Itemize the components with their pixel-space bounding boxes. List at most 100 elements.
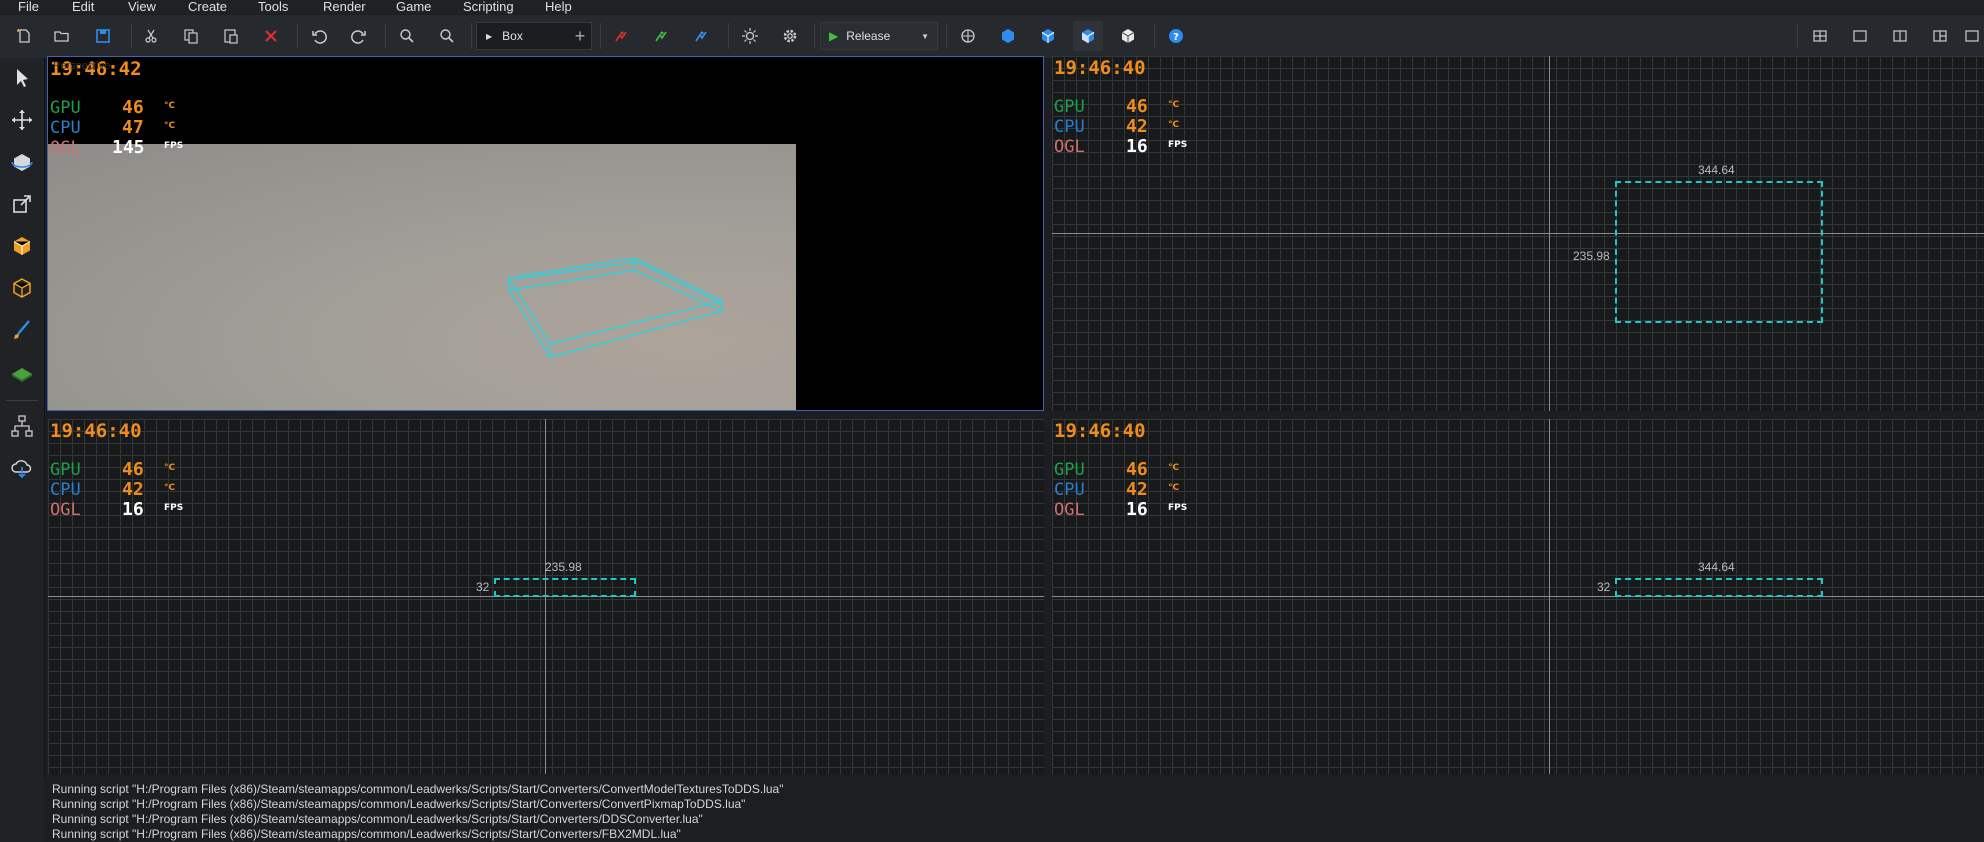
delete-button[interactable]: [256, 21, 286, 51]
height-dimension-label: 32: [1597, 580, 1611, 594]
clock-text: 19:46:40: [50, 420, 142, 442]
cloud-download-icon: [11, 460, 32, 479]
new-button[interactable]: [9, 21, 39, 51]
paste-button[interactable]: [216, 21, 246, 51]
cube-solid-button[interactable]: [993, 21, 1023, 51]
workshop-tool[interactable]: [4, 450, 40, 486]
gpu-temp-unit: °C: [1168, 100, 1180, 110]
ogl-label: OGL: [50, 138, 81, 158]
menu-file[interactable]: File: [18, 0, 39, 14]
menu-scripting[interactable]: Scripting: [463, 0, 514, 14]
fps-value: 16: [1126, 499, 1148, 520]
box-tool[interactable]: [4, 228, 40, 264]
cube-white-button[interactable]: [1113, 21, 1143, 51]
gpu-label: GPU: [50, 460, 81, 480]
plus-icon: +: [574, 25, 586, 46]
character-blue-button[interactable]: [687, 21, 717, 51]
menu-game[interactable]: Game: [396, 0, 431, 14]
undo-icon: [312, 30, 327, 44]
fps-unit: FPS: [1168, 140, 1188, 150]
character-red-icon: [615, 31, 627, 42]
build-config-combo[interactable]: ▶ Release ▼: [820, 22, 938, 50]
hud-side: 19:46:40 GPU 46 °C CPU 42 °C OGL 16 FPS: [1054, 419, 1254, 529]
network-button[interactable]: [953, 21, 983, 51]
object-type-value: Box: [502, 29, 523, 43]
hexagon-blue-icon: [1002, 29, 1014, 43]
character-blue-icon: [695, 31, 707, 42]
cut-button[interactable]: [136, 21, 166, 51]
svg-text:?: ?: [1173, 32, 1179, 43]
menu-render[interactable]: Render: [323, 0, 366, 14]
viewport-front[interactable]: 235.98 32 19:46:40 GPU 46 °C CPU 42 °C O…: [48, 419, 1044, 774]
character-red-button[interactable]: [607, 21, 637, 51]
cpu-temp-unit: °C: [1168, 483, 1180, 493]
paint-brush-icon: [14, 320, 30, 339]
redo-button[interactable]: [344, 21, 374, 51]
cube-shaded-button[interactable]: [1033, 21, 1063, 51]
layout-single-button[interactable]: [1845, 21, 1875, 51]
cpu-temp-value: 42: [1126, 116, 1148, 137]
cpu-temp-value: 47: [122, 117, 144, 138]
gpu-temp-value: 46: [122, 97, 144, 118]
zoom-out-button[interactable]: [432, 21, 462, 51]
move-tool[interactable]: [4, 102, 40, 138]
viewport-side[interactable]: 344.64 32 19:46:40 GPU 46 °C CPU 42 °C O…: [1052, 419, 1984, 774]
layout-split-button[interactable]: [1885, 21, 1915, 51]
cpu-label: CPU: [1054, 117, 1085, 137]
delete-x-icon: [265, 30, 277, 42]
zoom-in-icon: [400, 29, 414, 43]
add-object-button[interactable]: +: [568, 21, 592, 51]
viewport-perspective[interactable]: 19:46:42 Perspective GPU 46 °C CPU 47 °C…: [47, 56, 1044, 411]
light-button[interactable]: [735, 21, 765, 51]
layout-more-button[interactable]: [1963, 21, 1984, 51]
menu-help[interactable]: Help: [545, 0, 572, 14]
menu-tools[interactable]: Tools: [258, 0, 288, 14]
rotate-tool[interactable]: [4, 144, 40, 180]
open-button[interactable]: [47, 21, 77, 51]
layout-tri-button[interactable]: [1925, 21, 1955, 51]
scene-tree-tool[interactable]: [4, 408, 40, 444]
cube-shaded-icon: [1041, 29, 1055, 43]
save-button[interactable]: [88, 21, 118, 51]
scissors-icon: [145, 29, 157, 43]
paint-tool[interactable]: [4, 312, 40, 348]
cube-lit-button[interactable]: [1073, 21, 1103, 51]
selection-box[interactable]: [494, 578, 636, 597]
menu-edit[interactable]: Edit: [72, 0, 94, 14]
character-green-button[interactable]: [647, 21, 677, 51]
play-icon: ▶: [829, 29, 839, 43]
gpu-label: GPU: [50, 98, 81, 118]
gpu-temp-value: 46: [122, 459, 144, 480]
wireframe-tool[interactable]: [4, 270, 40, 306]
zoom-in-button[interactable]: [392, 21, 422, 51]
box-icon: [13, 237, 31, 255]
scale-tool[interactable]: [4, 186, 40, 222]
zoom-out-icon: [440, 29, 454, 43]
selection-box[interactable]: [1615, 578, 1823, 597]
fps-unit: FPS: [164, 503, 184, 513]
move-icon: [12, 110, 32, 130]
menu-bar: File Edit View Create Tools Render Game …: [0, 0, 1984, 14]
menu-view[interactable]: View: [128, 0, 156, 14]
select-tool[interactable]: [4, 60, 40, 96]
fps-unit: FPS: [1168, 503, 1188, 513]
help-button[interactable]: ?: [1161, 21, 1191, 51]
redo-icon: [351, 30, 366, 44]
gpu-temp-unit: °C: [164, 101, 176, 111]
paste-icon: [224, 29, 238, 44]
menu-create[interactable]: Create: [188, 0, 227, 14]
undo-button[interactable]: [304, 21, 334, 51]
gpu-label: GPU: [1054, 460, 1085, 480]
layout-quad-button[interactable]: [1805, 21, 1835, 51]
terrain-tool[interactable]: [4, 354, 40, 390]
gear-icon: [783, 29, 797, 43]
sun-icon: [742, 28, 758, 44]
output-console[interactable]: Running script "H:/Program Files (x86)/S…: [44, 780, 1984, 842]
selection-box[interactable]: [1615, 181, 1823, 323]
options-button[interactable]: [775, 21, 805, 51]
copy-button[interactable]: [176, 21, 206, 51]
viewport-top[interactable]: 344.64 235.98 19:46:40 GPU 46 °C CPU 42 …: [1052, 56, 1984, 411]
layout-quad-icon: [1813, 30, 1827, 42]
y-axis-line: [1549, 419, 1550, 774]
hud-top: 19:46:40 GPU 46 °C CPU 42 °C OGL 16 FPS: [1054, 56, 1254, 166]
